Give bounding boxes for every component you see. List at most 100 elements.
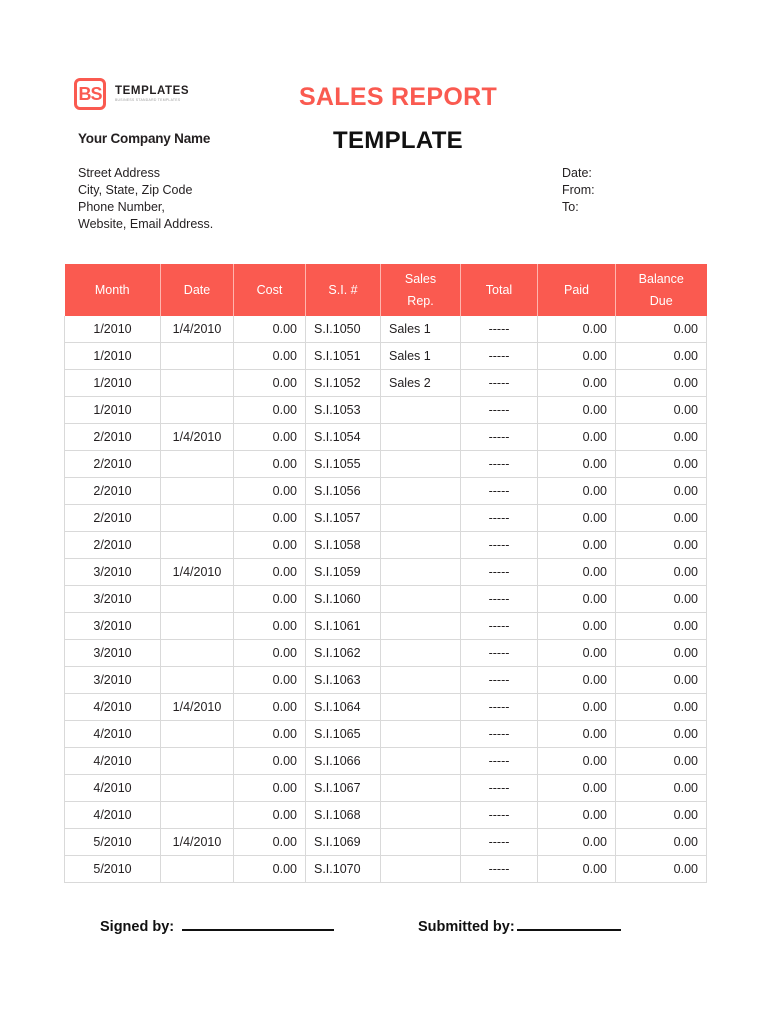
cell-sales-rep[interactable]	[380, 639, 461, 667]
column-header-si-number[interactable]: S.I. #	[305, 264, 381, 316]
cell-date[interactable]	[160, 747, 234, 775]
cell-balance-due[interactable]: 0.00	[615, 774, 707, 802]
cell-balance-due[interactable]: 0.00	[615, 450, 707, 478]
cell-total[interactable]: -----	[460, 639, 538, 667]
cell-month[interactable]: 1/2010	[64, 316, 161, 343]
cell-si-number[interactable]: S.I.1061	[305, 612, 381, 640]
cell-cost[interactable]: 0.00	[233, 639, 306, 667]
cell-balance-due[interactable]: 0.00	[615, 558, 707, 586]
cell-si-number[interactable]: S.I.1050	[305, 316, 381, 343]
cell-month[interactable]: 3/2010	[64, 666, 161, 694]
cell-cost[interactable]: 0.00	[233, 531, 306, 559]
cell-balance-due[interactable]: 0.00	[615, 585, 707, 613]
cell-cost[interactable]: 0.00	[233, 477, 306, 505]
cell-month[interactable]: 2/2010	[64, 477, 161, 505]
cell-balance-due[interactable]: 0.00	[615, 504, 707, 532]
cell-paid[interactable]: 0.00	[537, 342, 616, 370]
cell-balance-due[interactable]: 0.00	[615, 316, 707, 343]
cell-paid[interactable]: 0.00	[537, 531, 616, 559]
cell-balance-due[interactable]: 0.00	[615, 639, 707, 667]
cell-sales-rep[interactable]	[380, 747, 461, 775]
cell-date[interactable]	[160, 450, 234, 478]
cell-sales-rep[interactable]	[380, 720, 461, 748]
cell-sales-rep[interactable]	[380, 774, 461, 802]
cell-paid[interactable]: 0.00	[537, 396, 616, 424]
cell-paid[interactable]: 0.00	[537, 369, 616, 397]
cell-sales-rep[interactable]	[380, 855, 461, 883]
cell-month[interactable]: 4/2010	[64, 774, 161, 802]
cell-total[interactable]: -----	[460, 558, 538, 586]
cell-total[interactable]: -----	[460, 396, 538, 424]
cell-sales-rep[interactable]	[380, 666, 461, 694]
cell-paid[interactable]: 0.00	[537, 585, 616, 613]
cell-sales-rep[interactable]	[380, 558, 461, 586]
cell-total[interactable]: -----	[460, 828, 538, 856]
cell-paid[interactable]: 0.00	[537, 316, 616, 343]
cell-sales-rep[interactable]	[380, 693, 461, 721]
cell-date[interactable]	[160, 585, 234, 613]
cell-balance-due[interactable]: 0.00	[615, 801, 707, 829]
cell-total[interactable]: -----	[460, 531, 538, 559]
cell-date[interactable]	[160, 720, 234, 748]
cell-balance-due[interactable]: 0.00	[615, 477, 707, 505]
cell-total[interactable]: -----	[460, 720, 538, 748]
cell-total[interactable]: -----	[460, 477, 538, 505]
cell-date[interactable]	[160, 774, 234, 802]
cell-month[interactable]: 5/2010	[64, 828, 161, 856]
cell-month[interactable]: 4/2010	[64, 801, 161, 829]
cell-month[interactable]: 1/2010	[64, 342, 161, 370]
cell-month[interactable]: 4/2010	[64, 747, 161, 775]
cell-paid[interactable]: 0.00	[537, 774, 616, 802]
cell-paid[interactable]: 0.00	[537, 666, 616, 694]
cell-cost[interactable]: 0.00	[233, 369, 306, 397]
cell-date[interactable]	[160, 369, 234, 397]
cell-balance-due[interactable]: 0.00	[615, 396, 707, 424]
cell-month[interactable]: 1/2010	[64, 396, 161, 424]
cell-paid[interactable]: 0.00	[537, 477, 616, 505]
cell-paid[interactable]: 0.00	[537, 801, 616, 829]
cell-month[interactable]: 5/2010	[64, 855, 161, 883]
column-header-balance-due[interactable]: Balance Due	[615, 264, 707, 316]
cell-balance-due[interactable]: 0.00	[615, 747, 707, 775]
cell-balance-due[interactable]: 0.00	[615, 423, 707, 451]
cell-sales-rep[interactable]	[380, 828, 461, 856]
cell-si-number[interactable]: S.I.1058	[305, 531, 381, 559]
cell-cost[interactable]: 0.00	[233, 585, 306, 613]
cell-si-number[interactable]: S.I.1070	[305, 855, 381, 883]
cell-si-number[interactable]: S.I.1069	[305, 828, 381, 856]
cell-date[interactable]	[160, 396, 234, 424]
cell-date[interactable]	[160, 639, 234, 667]
cell-date[interactable]: 1/4/2010	[160, 693, 234, 721]
cell-sales-rep[interactable]	[380, 477, 461, 505]
cell-sales-rep[interactable]: Sales 1	[380, 316, 461, 343]
cell-date[interactable]: 1/4/2010	[160, 423, 234, 451]
cell-cost[interactable]: 0.00	[233, 342, 306, 370]
cell-month[interactable]: 4/2010	[64, 693, 161, 721]
cell-cost[interactable]: 0.00	[233, 612, 306, 640]
cell-cost[interactable]: 0.00	[233, 396, 306, 424]
cell-sales-rep[interactable]	[380, 585, 461, 613]
cell-paid[interactable]: 0.00	[537, 720, 616, 748]
cell-cost[interactable]: 0.00	[233, 316, 306, 343]
cell-total[interactable]: -----	[460, 801, 538, 829]
cell-sales-rep[interactable]: Sales 2	[380, 369, 461, 397]
cell-si-number[interactable]: S.I.1053	[305, 396, 381, 424]
cell-total[interactable]: -----	[460, 316, 538, 343]
cell-month[interactable]: 3/2010	[64, 639, 161, 667]
cell-month[interactable]: 2/2010	[64, 423, 161, 451]
cell-si-number[interactable]: S.I.1056	[305, 477, 381, 505]
cell-sales-rep[interactable]	[380, 531, 461, 559]
cell-si-number[interactable]: S.I.1067	[305, 774, 381, 802]
cell-cost[interactable]: 0.00	[233, 720, 306, 748]
cell-si-number[interactable]: S.I.1052	[305, 369, 381, 397]
cell-month[interactable]: 1/2010	[64, 369, 161, 397]
cell-month[interactable]: 2/2010	[64, 504, 161, 532]
cell-si-number[interactable]: S.I.1054	[305, 423, 381, 451]
cell-sales-rep[interactable]	[380, 612, 461, 640]
cell-total[interactable]: -----	[460, 612, 538, 640]
column-header-date[interactable]: Date	[160, 264, 234, 316]
cell-total[interactable]: -----	[460, 855, 538, 883]
column-header-cost[interactable]: Cost	[233, 264, 306, 316]
cell-si-number[interactable]: S.I.1055	[305, 450, 381, 478]
cell-month[interactable]: 3/2010	[64, 585, 161, 613]
